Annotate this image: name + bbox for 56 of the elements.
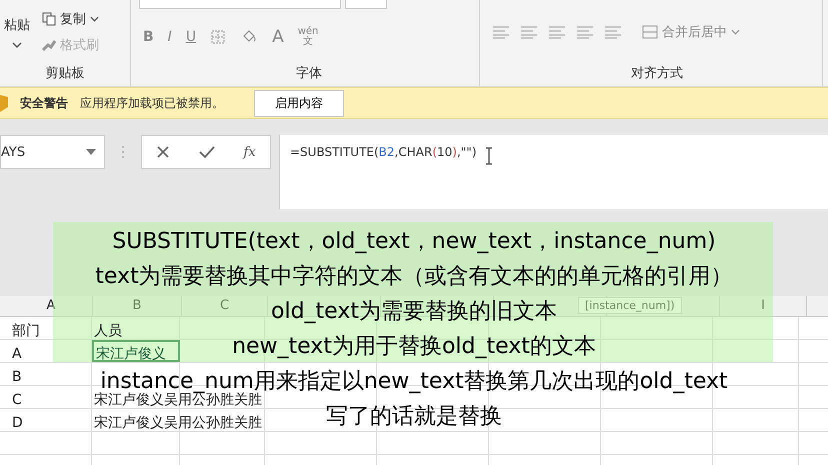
table-cell-text: B [11,369,22,385]
align-icon[interactable] [548,25,566,39]
subtitle-line: SUBSTITUTE(text，old_text，new_text，instance_num) [112,230,716,254]
group-label: 剪贴板 [46,66,84,81]
align-icon[interactable] [492,25,510,39]
copy-button[interactable]: 复制 [40,8,101,30]
merge-center-button[interactable]: 合并后居中 [640,21,742,43]
text-cursor-icon [484,147,493,165]
security-warning-message: 应用程序加载项已被禁用。 [80,94,224,112]
merge-icon [642,25,658,39]
table-cell: 宋江卢俊义吴用公孙胜关胜 [94,415,262,431]
font-style-button[interactable]: I [168,29,172,45]
align-icon[interactable] [520,25,538,39]
security-warning-title: 安全警告 [20,94,68,112]
grip-icon [121,145,125,159]
formula-field[interactable]: =SUBSTITUTE(B2,CHAR(10),"") [279,135,828,209]
table-cell-text: A [11,346,22,362]
table-cell-text: C [11,392,22,408]
group-label: 对齐方式 [631,66,683,81]
column-header[interactable]: I [761,298,765,313]
brush-icon [42,39,56,51]
table-cell: 人员 [94,323,122,339]
table-cell-text: D [11,415,23,431]
name-box[interactable]: AYS [0,135,105,169]
phonetic-button[interactable]: wén 文 [298,27,318,47]
caret-icon [90,16,99,22]
cancel-icon[interactable] [156,145,170,159]
group-label: 字体 [296,66,322,81]
align-icon[interactable] [576,25,594,39]
font-style-button[interactable]: B [143,29,154,45]
insert-function-button[interactable]: fx [244,144,256,160]
copy-icon [42,12,56,26]
table-cell: 宋江卢俊义吴用公孙胜关胜 [94,392,262,408]
column-header[interactable]: C [220,298,230,313]
font-size-field[interactable] [345,0,387,9]
font-name-field[interactable] [139,0,341,9]
font-color-button[interactable]: A [272,27,284,47]
table-cell: 宋江卢俊义 [96,346,166,362]
subtitle-line: old_text为需要替换的旧文本 [271,300,557,324]
check-icon[interactable] [198,145,215,159]
paste-button[interactable]: 粘贴 [4,16,30,34]
subtitle-line: text为需要替换其中字符的文本（或含有文本的的单元格的引用） [95,265,733,289]
caret-icon[interactable] [12,42,22,48]
table-cell-text: 部门 [11,323,40,339]
font-style-button[interactable]: U [186,29,196,45]
column-header[interactable]: A [46,298,56,313]
caret-icon [731,29,740,35]
align-icon[interactable] [604,25,622,39]
enable-content-button[interactable]: 启用内容 [254,90,344,116]
shield-icon [0,93,8,113]
subtitle-line: 写了的话就是替换 [326,405,502,429]
cell-selection-border[interactable]: 宋江卢俊义 [92,340,180,362]
function-tooltip: [instance_num]) [578,297,682,314]
column-header[interactable]: B [132,298,142,313]
border-icon[interactable] [210,29,226,45]
subtitle-line: new_text为用于替换old_text的文本 [232,335,596,359]
